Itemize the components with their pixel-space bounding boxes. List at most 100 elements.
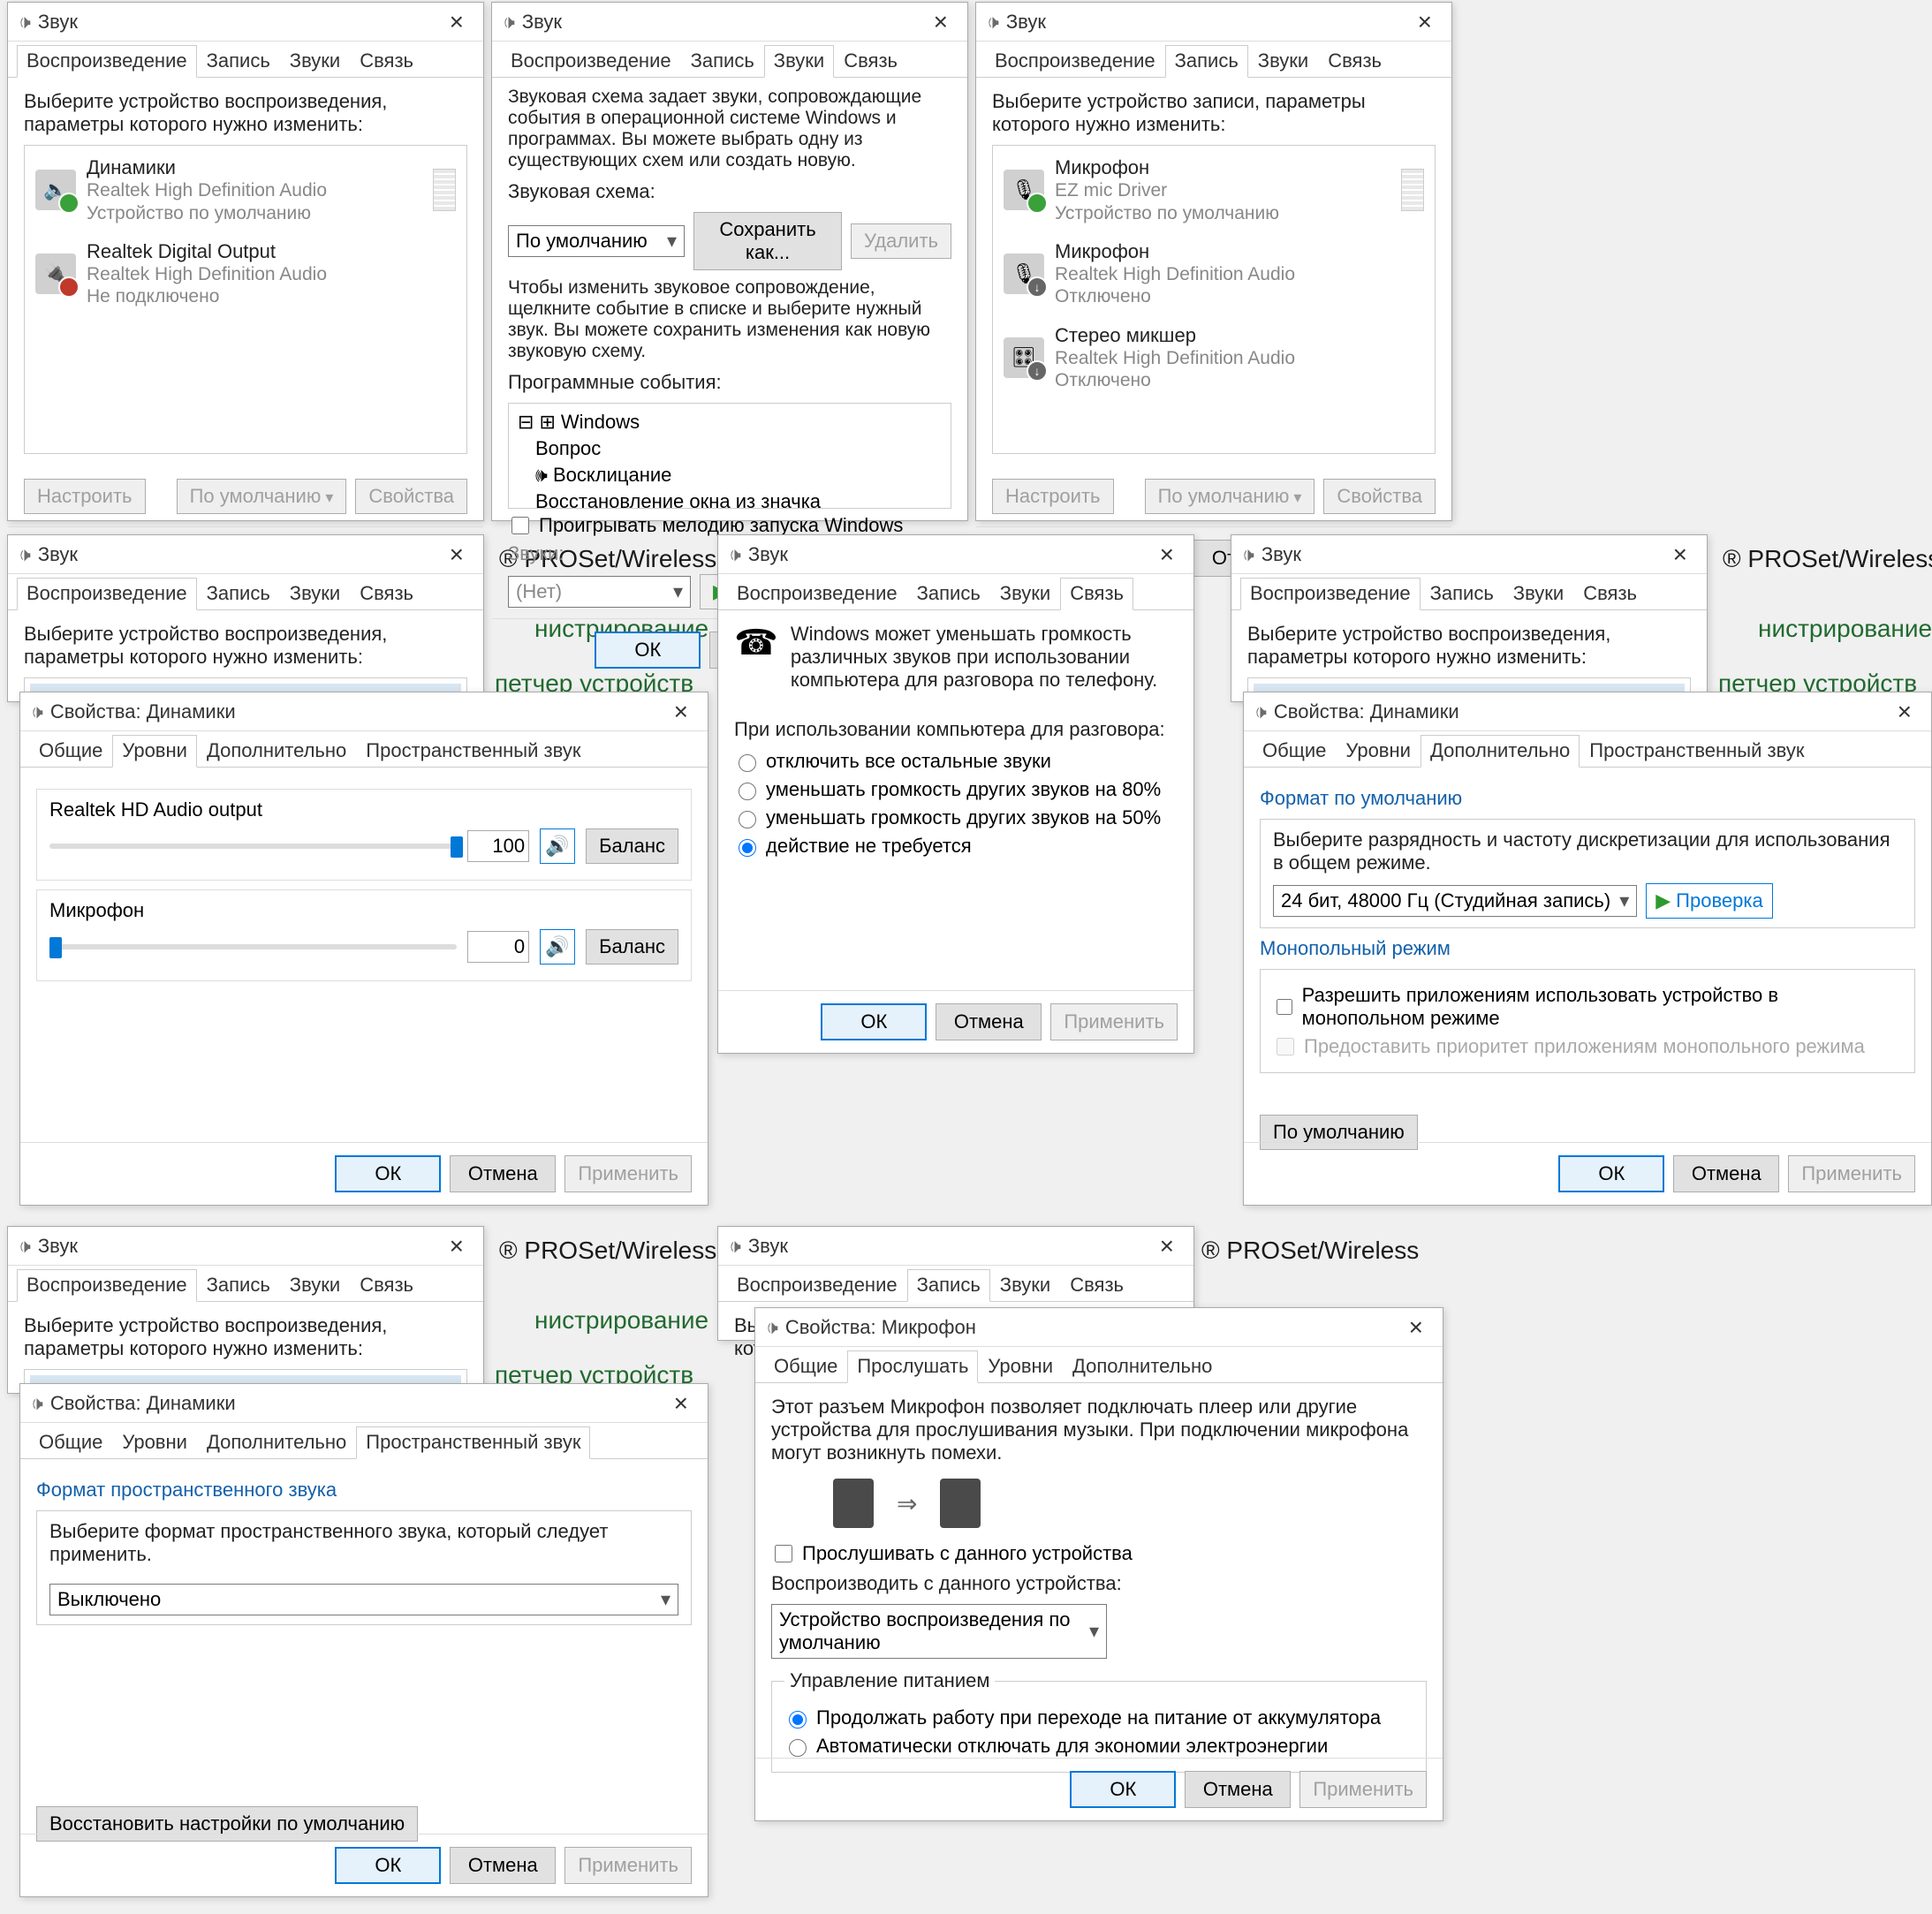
tab-general[interactable]: Общие [29,735,112,767]
close-button[interactable]: × [1889,698,1921,726]
comm-option-50[interactable]: уменьшать громкость других звуков на 50% [734,806,1178,829]
device-list[interactable]: 🎙 Микрофон EZ mic Driver Устройство по у… [992,145,1436,454]
tab-recording[interactable]: Запись [1165,45,1248,78]
tab-sounds[interactable]: Звуки [280,1269,350,1301]
exclusive-mode-checkbox[interactable]: Разрешить приложениям использовать устро… [1273,984,1902,1030]
tab-comm[interactable]: Связь [1573,578,1647,609]
apply-button[interactable]: Применить [564,1847,692,1884]
close-button[interactable]: × [1664,541,1696,569]
tab-comm[interactable]: Связь [350,578,423,609]
comm-option-none[interactable]: действие не требуется [734,835,1178,858]
tab-sounds[interactable]: Звуки [764,45,834,78]
configure-button[interactable]: Настроить [24,479,146,514]
ok-button[interactable]: ОК [595,632,701,669]
tab-sounds[interactable]: Звуки [280,578,350,609]
tab-general[interactable]: Общие [764,1350,847,1382]
tab-sounds[interactable]: Звуки [1248,45,1318,77]
apply-button[interactable]: Применить [1299,1771,1427,1808]
tab-levels[interactable]: Уровни [112,1426,197,1458]
close-button[interactable]: × [665,698,697,726]
configure-button[interactable]: Настроить [992,479,1114,514]
tab-sounds[interactable]: Звуки [990,1269,1060,1301]
pm-auto-off-radio[interactable]: Автоматически отключать для экономии эле… [784,1735,1413,1758]
play-through-combo[interactable]: Устройство воспроизведения по умолчанию [771,1604,1107,1659]
close-button[interactable]: × [1151,1232,1183,1260]
tab-advanced[interactable]: Дополнительно [197,735,356,767]
tab-recording[interactable]: Запись [681,45,764,77]
tree-item[interactable]: Восстановление окна из значка [514,488,945,509]
device-stereo-mixer[interactable]: 🎛 Стерео микшер Realtek High Definition … [998,319,1429,397]
mic-mute-button[interactable]: 🔊 [540,929,575,965]
listen-checkbox[interactable]: Прослушивать с данного устройства [771,1542,1427,1565]
tab-comm[interactable]: Связь [1060,1269,1133,1301]
tab-general[interactable]: Общие [29,1426,112,1458]
tab-advanced[interactable]: Дополнительно [1421,735,1580,768]
device-mic-ez[interactable]: 🎙 Микрофон EZ mic Driver Устройство по у… [998,151,1429,230]
tab-advanced[interactable]: Дополнительно [1063,1350,1222,1382]
exclusive-priority-checkbox[interactable]: Предоставить приоритет приложениям моноп… [1273,1035,1902,1058]
tab-recording[interactable]: Запись [197,1269,280,1301]
sound-file-combo[interactable]: (Нет) [508,576,691,608]
tab-playback[interactable]: Воспроизведение [17,1269,197,1302]
format-combo[interactable]: 24 бит, 48000 Гц (Студийная запись) [1273,885,1637,917]
tab-comm[interactable]: Связь [1318,45,1391,77]
ok-button[interactable]: ОК [1070,1771,1176,1808]
tab-playback[interactable]: Воспроизведение [727,1269,907,1301]
tab-comm[interactable]: Связь [350,45,423,77]
tab-recording[interactable]: Запись [1421,578,1504,609]
tree-item[interactable]: Вопрос [514,435,945,462]
events-tree[interactable]: ⊟⊞Windows Вопрос 🕪 Восклицание Восстанов… [508,403,951,509]
tree-root[interactable]: ⊟⊞Windows [514,409,945,435]
device-digital-output[interactable]: 🔌 Realtek Digital Output Realtek High De… [30,235,461,314]
pm-continue-radio[interactable]: Продолжать работу при переходе на питани… [784,1706,1413,1729]
ok-button[interactable]: ОК [821,1003,927,1040]
cancel-button[interactable]: Отмена [450,1847,556,1884]
tab-levels[interactable]: Уровни [112,735,197,768]
tab-playback[interactable]: Воспроизведение [985,45,1165,77]
output-value[interactable]: 100 [467,830,529,862]
output-balance-button[interactable]: Баланс [586,828,678,864]
tab-spatial[interactable]: Пространственный звук [356,735,590,767]
properties-button[interactable]: Свойства [355,479,467,514]
scheme-combo[interactable]: По умолчанию [508,225,685,257]
cancel-button[interactable]: Отмена [936,1003,1042,1040]
close-button[interactable]: × [925,8,957,36]
tab-playback[interactable]: Воспроизведение [17,578,197,610]
output-slider[interactable] [49,844,457,849]
tab-levels[interactable]: Уровни [978,1350,1063,1382]
delete-button[interactable]: Удалить [851,223,951,259]
device-mic-realtek[interactable]: 🎙 Микрофон Realtek High Definition Audio… [998,235,1429,314]
close-button[interactable]: × [1151,541,1183,569]
tab-recording[interactable]: Запись [197,578,280,609]
tab-playback[interactable]: Воспроизведение [727,578,907,609]
close-button[interactable]: × [441,8,473,36]
tab-sounds[interactable]: Звуки [280,45,350,77]
close-button[interactable]: × [441,1232,473,1260]
ok-button[interactable]: ОК [335,1847,441,1884]
tab-spatial[interactable]: Пространственный звук [1580,735,1814,767]
tab-spatial[interactable]: Пространственный звук [356,1426,590,1459]
mic-slider[interactable] [49,944,457,949]
mic-value[interactable]: 0 [467,931,529,963]
test-button[interactable]: ▶Проверка [1646,883,1772,919]
set-default-button[interactable]: По умолчанию [1145,479,1315,514]
properties-button[interactable]: Свойства [1323,479,1436,514]
ok-button[interactable]: ОК [335,1155,441,1192]
tab-playback[interactable]: Воспроизведение [501,45,681,77]
apply-button[interactable]: Применить [564,1155,692,1192]
tab-sounds[interactable]: Звуки [1504,578,1573,609]
apply-button[interactable]: Применить [1788,1155,1915,1192]
close-button[interactable]: × [441,541,473,569]
mic-balance-button[interactable]: Баланс [586,929,678,965]
tab-comm[interactable]: Связь [1060,578,1133,610]
cancel-button[interactable]: Отмена [450,1155,556,1192]
spatial-format-combo[interactable]: Выключено [49,1584,678,1615]
device-list[interactable]: 🔈 Динамики Realtek High Definition Audio… [24,145,467,454]
tab-playback[interactable]: Воспроизведение [17,45,197,78]
tab-recording[interactable]: Запись [197,45,280,77]
set-default-button[interactable]: По умолчанию [177,479,347,514]
cancel-button[interactable]: Отмена [1185,1771,1291,1808]
ok-button[interactable]: ОК [1558,1155,1664,1192]
comm-option-mute[interactable]: отключить все остальные звуки [734,750,1178,773]
tab-comm[interactable]: Связь [834,45,907,77]
